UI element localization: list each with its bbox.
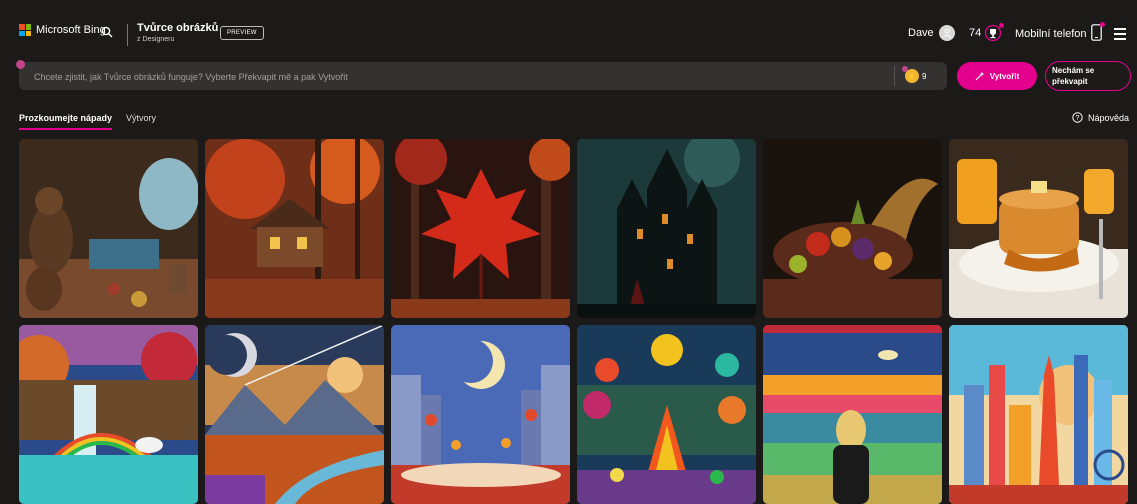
gallery-image-pancakes-and-juice[interactable] (949, 139, 1128, 318)
sparkle-brush-icon (975, 71, 985, 81)
create-button[interactable]: Vytvořit (957, 62, 1037, 90)
help-icon: ? (1072, 112, 1083, 123)
top-bar: Microsoft Bing Tvůrce obrázků z Designer… (0, 0, 1137, 56)
page-title: Tvůrce obrázků (137, 22, 219, 34)
image-icon (19, 325, 198, 504)
prompt-bar: ⚡ 9 (19, 62, 947, 92)
rewards-count: 74 (969, 27, 982, 39)
search-icon (101, 26, 113, 38)
gallery-image-waterfall-rainbow-unicorn[interactable] (19, 325, 198, 504)
boost-count: 9 (922, 71, 927, 81)
avatar (938, 25, 955, 41)
trophy-icon (984, 23, 1005, 42)
image-icon (949, 325, 1128, 504)
gallery-image-planets-over-valley[interactable] (205, 325, 384, 504)
prompt-input[interactable] (32, 62, 876, 92)
image-icon (763, 325, 942, 504)
image-icon (763, 139, 942, 318)
tab-explore-ideas[interactable]: Prozkoumejte nápady (19, 113, 113, 130)
menu-icon[interactable] (1114, 28, 1126, 43)
gallery-image-autumn-cabin[interactable] (205, 139, 384, 318)
prompt-decoration-dot (16, 60, 25, 69)
image-icon (949, 139, 1128, 318)
image-icon (19, 139, 198, 318)
search-button[interactable] (96, 21, 118, 43)
mobile-label: Mobilní telefon (1015, 28, 1087, 40)
help-link[interactable]: ? Nápověda (1072, 112, 1129, 123)
user-account[interactable]: Dave (908, 25, 955, 41)
image-icon (205, 325, 384, 504)
image-icon (577, 325, 756, 504)
mobile-app-link[interactable]: Mobilní telefon (1015, 22, 1105, 44)
prompt-divider (894, 66, 895, 86)
notification-dot (902, 66, 908, 72)
notification-dot (999, 23, 1005, 28)
gallery-image-dark-castle[interactable] (577, 139, 756, 318)
rewards[interactable]: 74 (969, 23, 1005, 42)
tab-creations[interactable]: Výtvory (126, 113, 156, 130)
svg-text:?: ? (1076, 115, 1080, 122)
tabs: Prozkoumejte nápady Výtvory (19, 113, 156, 130)
boosts-indicator[interactable]: ⚡ 9 (902, 66, 927, 83)
user-name: Dave (908, 27, 934, 39)
gallery-image-woman-at-embroidered-sea[interactable] (763, 325, 942, 504)
image-icon (577, 139, 756, 318)
bing-logo[interactable]: Microsoft Bing (19, 24, 106, 36)
user-icon (942, 28, 951, 38)
notification-dot (1099, 22, 1105, 27)
header-divider (127, 24, 128, 46)
surprise-me-button[interactable]: Nechám se překvapit (1045, 61, 1131, 91)
gallery-image-red-maple-leaf[interactable] (391, 139, 570, 318)
boost-icon: ⚡ (902, 66, 919, 83)
app-title: Tvůrce obrázků z Designeru (137, 22, 218, 46)
preview-badge: PREVIEW (220, 26, 264, 40)
gallery-image-papercraft-skyline[interactable] (949, 325, 1128, 504)
create-label: Vytvořit (989, 71, 1020, 81)
image-icon (205, 139, 384, 318)
image-icon (391, 139, 570, 318)
page-subtitle: z Designeru (137, 36, 175, 43)
phone-icon (1090, 22, 1105, 44)
gallery-image-moonlit-lantern-city[interactable] (391, 325, 570, 504)
image-icon (391, 325, 570, 504)
help-label: Nápověda (1088, 112, 1130, 123)
gallery-image-bonfire-folk-art[interactable] (577, 325, 756, 504)
gallery-image-cornucopia[interactable] (763, 139, 942, 318)
image-gallery (19, 139, 1128, 504)
gallery-image-bears-in-cave[interactable] (19, 139, 198, 318)
microsoft-logo-icon (19, 24, 31, 36)
